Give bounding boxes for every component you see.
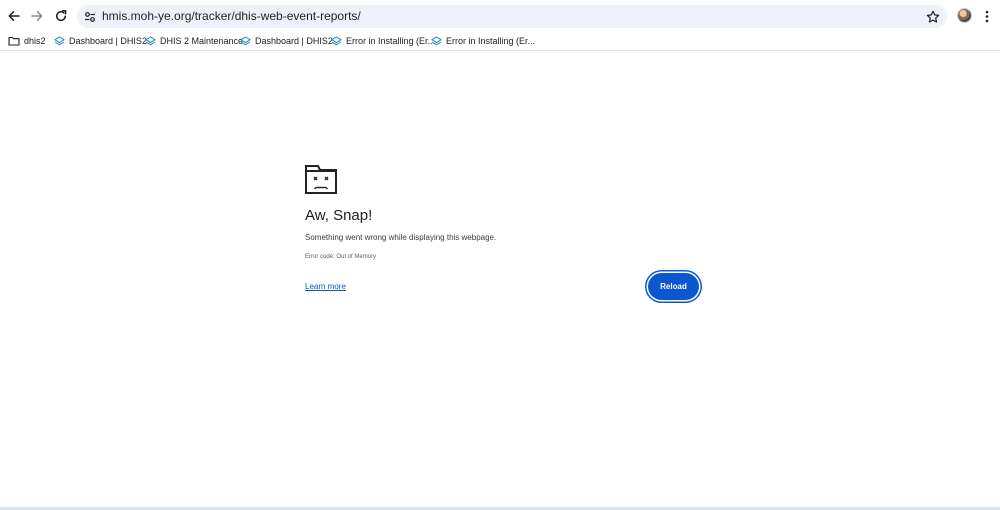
bookmark-label: Dashboard | DHIS2 [255, 36, 333, 46]
folder-icon [8, 35, 20, 47]
bookmark-label: DHIS 2 Maintenance [160, 36, 244, 46]
tune-icon [84, 11, 95, 22]
site-info-button[interactable] [82, 9, 97, 24]
browser-menu-button[interactable] [980, 8, 994, 24]
bookmark-item[interactable]: Dashboard | DHIS2 [239, 34, 333, 48]
bookmark-item[interactable]: Error in Installing (Er... [330, 34, 435, 48]
error-title: Aw, Snap! [305, 207, 373, 224]
back-button[interactable] [3, 5, 25, 27]
sad-tab-icon [304, 163, 338, 195]
reload-button[interactable]: Reload [648, 273, 699, 300]
dhis2-icon [144, 35, 156, 47]
profile-avatar[interactable] [957, 8, 972, 23]
bookmark-label: dhis2 [24, 36, 46, 46]
dhis2-icon [53, 35, 65, 47]
learn-more-link[interactable]: Learn more [305, 282, 346, 292]
forward-button[interactable] [26, 5, 48, 27]
dhis2-icon [330, 35, 342, 47]
arrow-left-icon [8, 11, 20, 21]
arrow-right-icon [31, 11, 43, 21]
browser-window: hmis.moh-ye.org/tracker/dhis-web-event-r… [0, 0, 1000, 510]
star-outline-icon [926, 10, 939, 23]
error-code: Error code: Out of Memory [305, 254, 377, 260]
dhis2-icon [430, 35, 442, 47]
browser-toolbar: hmis.moh-ye.org/tracker/dhis-web-event-r… [0, 0, 1000, 32]
bookmark-star-button[interactable] [924, 8, 941, 25]
dhis2-icon [239, 35, 251, 47]
bookmark-item[interactable]: Error in Installing (Er... [430, 34, 535, 48]
bookmark-label: Error in Installing (Er... [346, 36, 436, 46]
reload-page-button[interactable] [50, 5, 72, 27]
url-text[interactable]: hmis.moh-ye.org/tracker/dhis-web-event-r… [102, 9, 361, 24]
bookmark-folder-dhis2[interactable]: dhis2 [8, 34, 46, 48]
error-message: Something went wrong while displaying th… [305, 233, 497, 242]
reload-icon [55, 10, 67, 22]
bookmark-item[interactable]: Dashboard | DHIS2 [53, 34, 147, 48]
bookmark-label: Error in Installing (Er... [446, 36, 536, 46]
address-bar[interactable]: hmis.moh-ye.org/tracker/dhis-web-event-r… [77, 5, 947, 28]
bookmark-item[interactable]: DHIS 2 Maintenance [144, 34, 243, 48]
bookmarks-bar: dhis2 Dashboard | DHIS2 DHIS 2 Maintenan… [0, 32, 1000, 51]
bookmark-label: Dashboard | DHIS2 [69, 36, 147, 46]
kebab-menu-icon [985, 10, 989, 22]
